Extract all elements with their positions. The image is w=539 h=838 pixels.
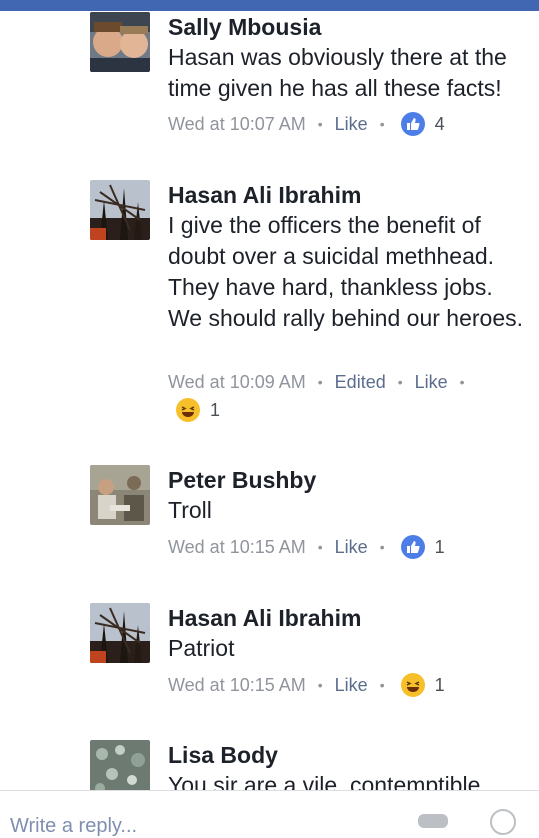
comment-text: You sir are a vile, contemptible [168,772,481,790]
gif-icon[interactable] [418,814,448,828]
thumbs-up-icon [400,112,425,136]
avatar-photo [90,180,150,240]
comment-text: Hasan was obviously there at the time gi… [168,44,507,101]
timestamp[interactable]: Wed at 10:07 AM [168,114,306,135]
thumbs-up-icon [400,535,425,559]
comment-author[interactable]: Peter Bushby [168,465,316,495]
timestamp[interactable]: Wed at 10:09 AM [168,372,306,393]
reaction-summary[interactable]: 1 [400,535,445,559]
reply-input[interactable]: Write a reply... [10,815,137,838]
avatar-photo [90,740,150,790]
separator-dot: • [379,116,385,132]
reaction-count: 1 [434,674,445,695]
comment-author[interactable]: Lisa Body [168,740,278,770]
haha-emoji-icon [176,398,200,422]
edited-link[interactable]: Edited [335,372,386,393]
separator-dot: • [397,374,403,390]
like-link[interactable]: Like [415,372,448,393]
comment-meta: Wed at 10:07 AM • Like • 4 [168,109,445,139]
avatar-photo [90,12,150,72]
separator-dot: • [317,116,323,132]
separator-dot: • [317,677,323,693]
comment-text: Troll [168,497,212,523]
like-link[interactable]: Like [335,114,368,135]
avatar[interactable] [90,603,150,663]
comment-author[interactable]: Sally Mbousia [168,12,321,42]
comment-text: Patriot [168,635,235,661]
separator-dot: • [459,374,465,390]
comment-author[interactable]: Hasan Ali Ibrahim [168,603,361,633]
avatar[interactable] [90,740,150,790]
reply-composer: Write a reply... [0,790,539,837]
avatar[interactable] [90,12,150,72]
reaction-count: 4 [434,113,445,134]
comment-meta: Wed at 10:15 AM • Like • 1 [168,532,445,562]
comment-author[interactable]: Hasan Ali Ibrahim [168,180,361,210]
avatar-photo [90,465,150,525]
like-link[interactable]: Like [335,537,368,558]
comment-meta: Wed at 10:15 AM • Like • 1 [168,670,445,700]
timestamp[interactable]: Wed at 10:15 AM [168,537,306,558]
reaction-count: 1 [210,399,221,420]
top-app-bar [0,0,539,11]
comment-text: I give the officers the benefit of doubt… [168,212,524,331]
reaction-summary[interactable]: 4 [400,112,445,136]
avatar[interactable] [90,180,150,240]
separator-dot: • [317,374,323,390]
separator-dot: • [317,539,323,555]
avatar[interactable] [90,465,150,525]
like-link[interactable]: Like [335,675,368,696]
avatar-photo [90,603,150,663]
timestamp[interactable]: Wed at 10:15 AM [168,675,306,696]
comment-meta: Wed at 10:09 AM • Edited • Like • [168,367,477,397]
separator-dot: • [379,539,385,555]
reaction-summary[interactable]: 1 [400,673,445,697]
reaction-summary[interactable]: 1 [176,398,220,422]
haha-emoji-icon [400,673,425,697]
emoji-icon[interactable] [490,809,516,835]
separator-dot: • [379,677,385,693]
reaction-count: 1 [434,536,445,557]
comment: Lisa Body You sir are a vile, contemptib… [0,740,539,790]
